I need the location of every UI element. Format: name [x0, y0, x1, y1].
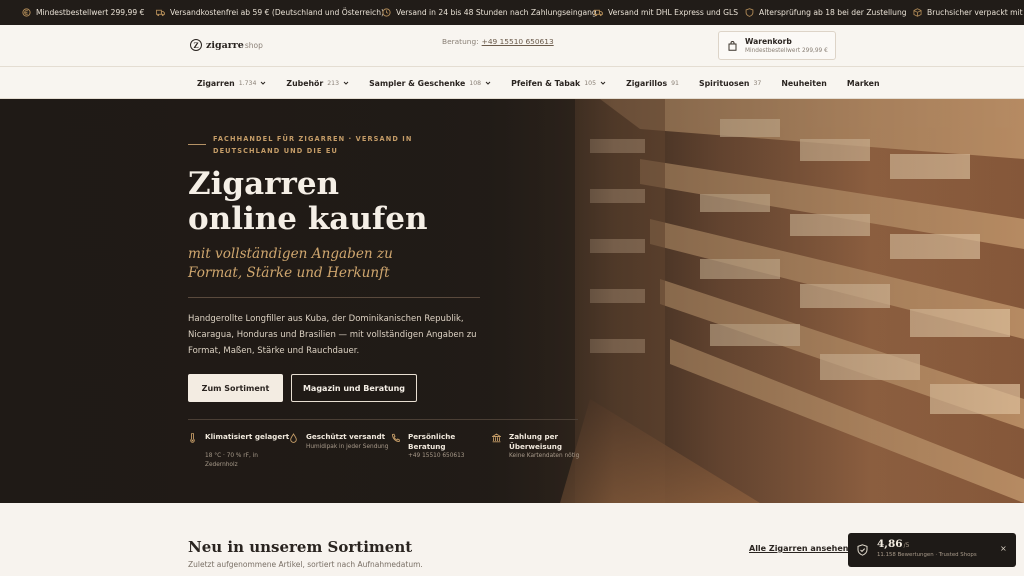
feature-subtitle: Keine Kartendaten nötig — [509, 453, 580, 459]
ticker-text: Mindestbestellwert 299,99 € — [36, 8, 145, 17]
site-header: Z zigarre shop Beratung: +49 15510 650613… — [0, 25, 1024, 67]
section-title: Neu in unserem Sortiment — [188, 538, 413, 556]
logo-suffix: shop — [244, 40, 263, 50]
rating-value: 4,86 — [877, 538, 903, 550]
nav-item-zigarren[interactable]: Zigarren 1.734 — [197, 79, 266, 88]
nav-item-pfeifen-tabak[interactable]: Pfeifen & Tabak 105 — [511, 79, 606, 88]
nav-item-label: Pfeifen & Tabak — [511, 78, 581, 88]
cart-min-order-note: Mindestbestellwert 299,99 € — [745, 48, 828, 54]
chevron-down-icon — [343, 80, 349, 86]
feature-subtitle: Humidipak in jeder Sendung — [306, 444, 389, 450]
eyebrow-rule — [188, 144, 206, 145]
shield-icon — [745, 8, 754, 17]
logo-mark: Z — [190, 39, 202, 51]
chevron-down-icon — [485, 80, 491, 86]
hero-lead-text: Handgerollte Longfiller aus Kuba, der Do… — [188, 314, 477, 356]
clock-icon — [382, 8, 391, 17]
hero-title: Zigarren online kaufen — [188, 167, 508, 237]
nav-item-count: 108 — [469, 79, 482, 87]
ticker-text: Altersprüfung ab 18 bei der Zustellung — [759, 8, 907, 17]
announcement-bar: Mindestbestellwert 299,99 € Versandkoste… — [0, 0, 1024, 25]
ticker-item: Versand in 24 bis 48 Stunden nach Zahlun… — [382, 8, 597, 17]
hero-subtitle: mit vollständigen Angaben zu Format, Stä… — [188, 245, 468, 283]
nav-item-count: 37 — [753, 79, 762, 87]
rating-scale: /5 — [903, 542, 910, 549]
ticker-text: Versand in 24 bis 48 Stunden nach Zahlun… — [396, 8, 597, 17]
feature-title: Persönliche Beratung — [408, 432, 456, 451]
chevron-down-icon — [600, 80, 606, 86]
ticker-text: Versand mit DHL Express und GLS — [608, 8, 739, 17]
bank-icon — [492, 433, 501, 443]
nav-item-zubehör[interactable]: Zubehör 213 — [286, 79, 349, 88]
cart-title: Warenkorb — [745, 37, 792, 46]
divider — [188, 297, 480, 298]
trusted-shops-badge[interactable]: 4,86/5 11.158 Bewertungen · Trusted Shop… — [848, 533, 1016, 567]
all-cigars-link[interactable]: Alle Zigarren ansehen — [749, 544, 848, 553]
nav-item-label: Zigarillos — [626, 78, 668, 88]
truck-icon — [594, 8, 603, 17]
ticker-item: Mindestbestellwert 299,99 € — [22, 8, 144, 17]
ticker-item: Versand mit DHL Express und GLS — [594, 8, 738, 17]
hero-subtitle-line1: mit vollständigen Angaben zu — [188, 246, 393, 262]
hotline-label: Beratung: — [442, 37, 479, 46]
close-icon[interactable]: × — [1000, 544, 1007, 553]
ticker-item: Bruchsicher verpackt mit B... — [913, 8, 1024, 17]
thermometer-icon — [188, 433, 197, 443]
nav-item-label: Zigarren — [197, 78, 235, 88]
hero-subtitle-line2: Format, Stärke und Herkunft — [188, 265, 390, 281]
nav-item-count: 105 — [584, 79, 597, 87]
rating-score: 4,86/5 — [877, 538, 909, 550]
section-subtitle: Zuletzt aufgenommene Artikel, sortiert n… — [188, 560, 423, 569]
shield-check-icon — [857, 544, 868, 556]
feature-subtitle: 18 °C · 70 % rF, in Zedernholz — [205, 453, 258, 468]
main-navigation: Zigarren 1.734 Zubehör 213 Sampler & Geschen… — [0, 67, 1024, 99]
hero-title-line2: online kaufen — [188, 201, 428, 237]
cart-button[interactable]: Warenkorb Mindestbestellwert 299,99 € — [718, 31, 836, 60]
nav-item-sampler-geschenke[interactable]: Sampler & Geschenke 108 — [369, 79, 491, 88]
nav-item-label: Marken — [846, 78, 880, 88]
nav-item-label: Neuheiten — [781, 78, 827, 88]
feature-subtitle: +49 15510 650613 — [408, 453, 465, 459]
ticker-item: Altersprüfung ab 18 bei der Zustellung — [745, 8, 907, 17]
hotline-number-link[interactable]: +49 15510 650613 — [482, 37, 554, 46]
review-count: 11.158 Bewertungen · Trusted Shops — [877, 552, 977, 558]
droplet-icon — [289, 433, 298, 443]
feature-title: Zahlung per Überweisung — [509, 432, 563, 451]
ticker-text: Bruchsicher verpackt mit B... — [927, 8, 1024, 17]
nav-item-label: Spirituosen — [698, 78, 750, 88]
hero-eyebrow: FACHHANDEL FÜR ZIGARREN · VERSAND IN DEU… — [213, 135, 413, 155]
nav-item-spirituosen[interactable]: Spirituosen 37 — [699, 79, 761, 88]
feature-title: Geschützt versandt — [306, 432, 386, 441]
phone-icon — [391, 433, 400, 443]
ticker-item: Versandkostenfrei ab 59 € (Deutschland u… — [156, 8, 384, 17]
logo-wordmark: zigarre — [206, 39, 244, 51]
euro-icon — [22, 8, 31, 17]
box-icon — [913, 8, 922, 17]
site-logo[interactable]: Z zigarre shop — [190, 39, 263, 51]
shop-all-button[interactable]: Zum Sortiment — [188, 374, 283, 402]
magazine-button[interactable]: Magazin und Beratung — [291, 374, 417, 402]
nav-item-marken[interactable]: Marken — [847, 79, 880, 88]
ticker-text: Versandkostenfrei ab 59 € (Deutschland u… — [170, 8, 385, 17]
nav-item-label: Zubehör — [286, 78, 324, 88]
nav-item-label: Sampler & Geschenke — [369, 78, 466, 88]
hero-title-line1: Zigarren — [188, 166, 340, 202]
hotline: Beratung: +49 15510 650613 — [442, 37, 554, 46]
chevron-down-icon — [260, 80, 266, 86]
nav-item-count: 213 — [327, 79, 340, 87]
nav-item-neuheiten[interactable]: Neuheiten — [781, 79, 826, 88]
divider — [188, 419, 578, 420]
nav-item-count: 91 — [671, 79, 679, 87]
shopping-bag-icon — [728, 41, 737, 51]
truck-icon — [156, 8, 165, 17]
feature-title: Klimatisiert gelagert — [205, 432, 290, 441]
nav-item-count: 1.734 — [238, 79, 257, 87]
hero-content: FACHHANDEL FÜR ZIGARREN · VERSAND IN DEU… — [188, 99, 588, 503]
nav-item-zigarillos[interactable]: Zigarillos 91 — [626, 79, 679, 88]
hero-section: FACHHANDEL FÜR ZIGARREN · VERSAND IN DEU… — [0, 99, 1024, 503]
